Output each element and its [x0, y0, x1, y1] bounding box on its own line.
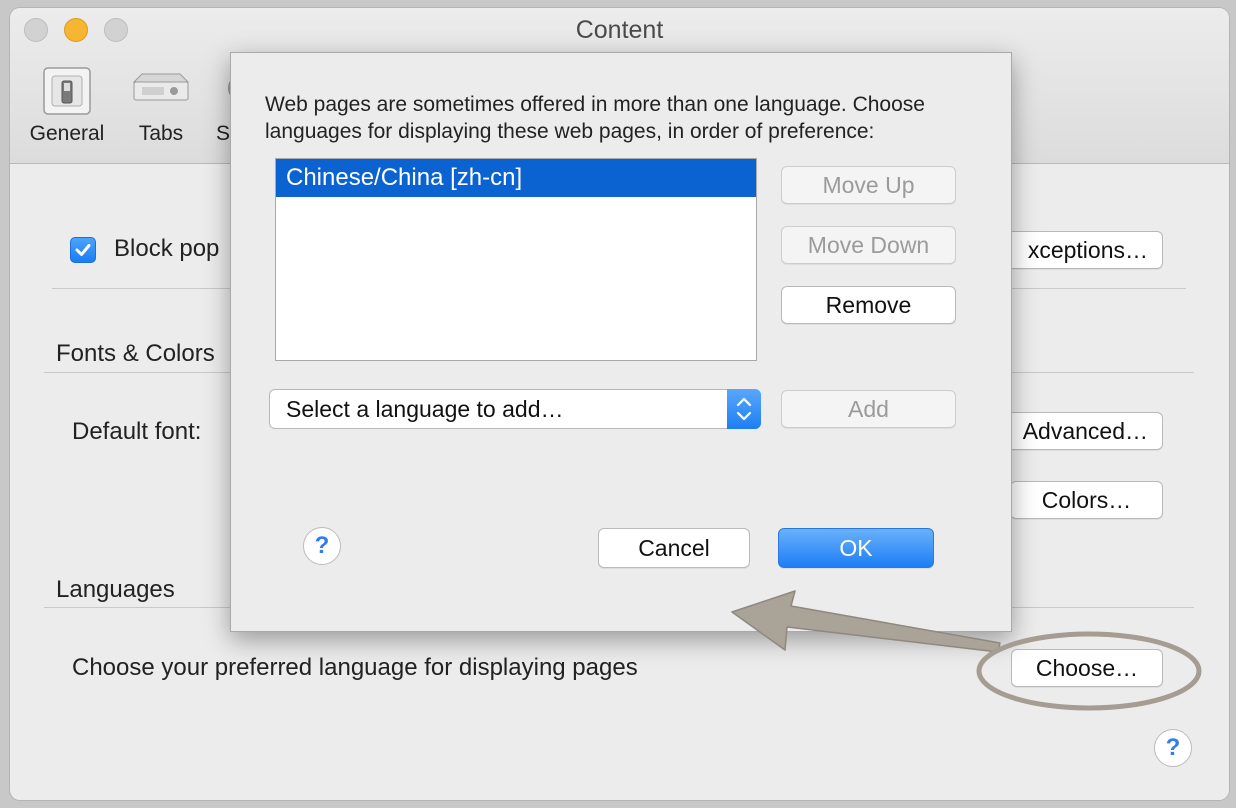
help-icon[interactable]: ?	[1154, 729, 1192, 767]
choose-button[interactable]: Choose…	[1011, 649, 1163, 687]
help-icon[interactable]: ?	[303, 527, 341, 565]
language-select-value: Select a language to add…	[286, 396, 564, 422]
add-button[interactable]: Add	[781, 390, 956, 428]
checkmark-icon	[75, 244, 91, 256]
language-list[interactable]: Chinese/China [zh-cn]	[275, 158, 757, 361]
list-item[interactable]: Chinese/China [zh-cn]	[276, 159, 756, 197]
block-popups-label: Block pop	[114, 235, 220, 262]
colors-button[interactable]: Colors…	[1010, 481, 1163, 519]
ok-button[interactable]: OK	[778, 528, 934, 568]
window-title: Content	[575, 16, 664, 44]
general-switch-icon	[42, 66, 92, 116]
toolbar-tabs-label: Tabs	[138, 122, 184, 145]
toolbar-partial-label: S	[216, 122, 231, 145]
remove-button[interactable]: Remove	[781, 286, 956, 324]
toolbar-general-label: General	[29, 122, 105, 145]
fonts-colors-heading: Fonts & Colors	[56, 340, 215, 367]
toolbar-general[interactable]: General	[24, 66, 110, 146]
move-up-button[interactable]: Move Up	[781, 166, 956, 204]
language-select[interactable]: Select a language to add…	[269, 389, 761, 429]
languages-heading: Languages	[56, 576, 175, 603]
toolbar-tabs[interactable]: Tabs	[126, 66, 196, 146]
default-font-label: Default font:	[72, 418, 202, 445]
language-sheet: Web pages are sometimes offered in more …	[230, 52, 1012, 632]
stepper-arrows-icon	[727, 389, 761, 429]
languages-description: Choose your preferred language for displ…	[72, 654, 638, 681]
sheet-description: Web pages are sometimes offered in more …	[265, 93, 925, 143]
tabs-icon	[130, 66, 192, 116]
cancel-button[interactable]: Cancel	[598, 528, 750, 568]
move-down-button[interactable]: Move Down	[781, 226, 956, 264]
block-popups-checkbox[interactable]	[70, 237, 96, 263]
